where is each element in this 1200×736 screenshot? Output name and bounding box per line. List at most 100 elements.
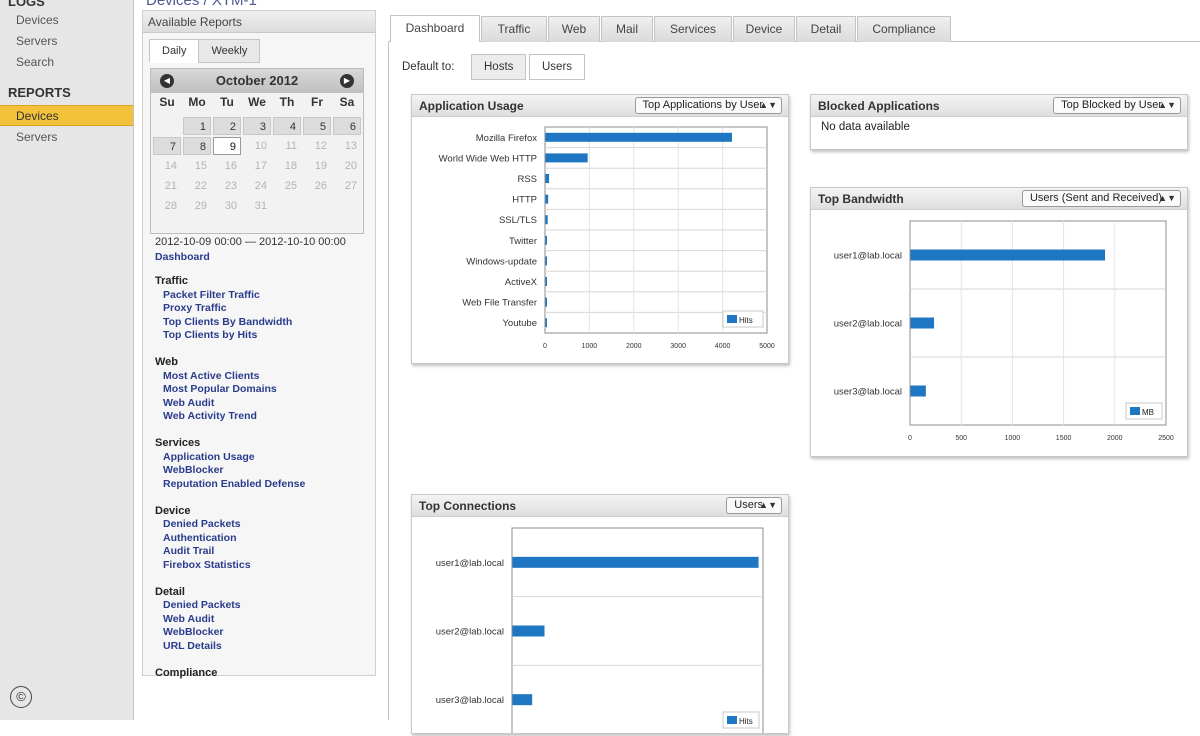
tab-traffic[interactable]: Traffic [481,16,547,43]
left-nav: LOGS Devices Servers Search REPORTS Devi… [0,0,134,720]
x-tick-label: 2500 [1158,435,1174,442]
next-month-icon[interactable]: ▶ [340,74,354,88]
legend-label: MB [1142,408,1154,417]
category-label: Twitter [509,236,537,247]
period-tabs: Daily Weekly [149,39,261,63]
calendar-day: 13 [344,140,357,152]
nav-logs-search[interactable]: Search [0,52,133,73]
category-label: user2@lab.local [436,627,504,638]
toggle-hosts[interactable]: Hosts [471,54,527,80]
reports-panel-title: Available Reports [143,11,375,33]
calendar-day: 25 [284,180,297,192]
app-usage-select[interactable]: Top Applications by User ▲▼ [634,97,782,114]
toggle-users[interactable]: Users [529,54,586,80]
report-link[interactable]: Reputation Enabled Defense [163,478,305,490]
x-tick-label: 3000 [670,343,686,350]
tab-weekly[interactable]: Weekly [198,39,261,63]
x-tick-label: 4000 [715,343,731,350]
report-link[interactable]: Application Usage [163,451,255,463]
calendar-day[interactable]: 9 [213,137,241,155]
calendar-day[interactable]: 4 [273,117,301,135]
report-link[interactable]: Audit Trail [163,545,214,557]
category-label: World Wide Web HTTP [439,153,537,164]
calendar-weekday: Tu [220,95,234,109]
calendar-day[interactable]: 8 [183,137,211,155]
report-link[interactable]: Most Active Clients [163,370,259,382]
category-label: user1@lab.local [834,251,902,262]
category-label: Youtube [502,318,537,329]
tab-device[interactable]: Device [733,16,795,43]
bandwidth-select[interactable]: Users (Sent and Received) ▲▼ [1021,190,1181,207]
calendar-day: 27 [344,180,357,192]
category-label: Mozilla Firefox [476,133,537,144]
report-link[interactable]: URL Details [163,640,222,652]
tab-compliance[interactable]: Compliance [857,16,951,43]
tab-daily[interactable]: Daily [149,39,200,63]
blocked-select[interactable]: Top Blocked by User ▲▼ [1053,97,1181,114]
report-link[interactable]: Most Popular Domains [163,383,277,395]
widget-title: Top Connections [419,499,517,513]
calendar-month: October 2012 [215,73,299,88]
tab-dashboard[interactable]: Dashboard [390,15,480,43]
report-group-heading: Services [155,437,201,449]
select-caret-icon: ▲▼ [1158,193,1176,203]
nav-logs-devices[interactable]: Devices [0,10,133,31]
calendar-day: 21 [164,180,177,192]
widget-title: Application Usage [419,99,524,113]
calendar-day[interactable]: 6 [333,117,361,135]
report-link[interactable]: WebBlocker [163,464,224,476]
calendar-day: 24 [254,180,267,192]
top-bandwidth-widget: Top Bandwidth Users (Sent and Received) ▲… [810,187,1188,457]
bar [545,174,550,183]
tab-services[interactable]: Services [654,16,732,43]
report-link[interactable]: Denied Packets [163,599,241,611]
category-label: ActiveX [505,277,538,288]
nav-reports-devices[interactable]: Devices [0,105,133,126]
report-link[interactable]: Denied Packets [163,518,241,530]
prev-month-icon[interactable]: ◀ [160,74,174,88]
calendar-day[interactable]: 3 [243,117,271,135]
report-link[interactable]: Authentication [163,532,237,544]
connections-select[interactable]: Users ▲▼ [726,497,782,514]
report-link[interactable]: WebBlocker [163,626,224,638]
application-usage-widget: Application Usage Top Applications by Us… [411,94,789,364]
category-label: RSS [517,174,537,185]
select-caret-icon: ▲▼ [759,100,777,110]
no-data-message: No data available [821,121,910,133]
calendar-day[interactable]: 7 [153,137,181,155]
report-link[interactable]: Proxy Traffic [163,302,227,314]
calendar: ◀ October 2012 ▶ Su Mo Tu We Th Fr Sa 1 2 3 4 5 6 7 8 9… [150,68,364,234]
category-label: user1@lab.local [436,558,504,569]
category-label: SSL/TLS [499,215,537,226]
calendar-day: 30 [224,200,237,212]
top-connections-widget: Top Connections Users ▲▼ user1@lab.local u… [411,494,789,735]
widget-header: Top Bandwidth Users (Sent and Received) ▲… [811,188,1187,210]
legend-swatch [1130,407,1140,415]
category-label: user3@lab.local [834,387,902,398]
x-tick-label: 5000 [759,343,775,350]
calendar-day[interactable]: 5 [303,117,331,135]
report-link[interactable]: Web Activity Trend [163,410,257,422]
report-link[interactable]: Web Audit [163,613,214,625]
tab-web[interactable]: Web [548,16,600,43]
calendar-day[interactable]: 2 [213,117,241,135]
tab-mail[interactable]: Mail [601,16,653,43]
bar [512,694,533,706]
report-link[interactable]: Firebox Statistics [163,559,251,571]
x-tick-label: 1000 [582,343,598,350]
report-link[interactable]: Top Clients by Hits [163,329,257,341]
bar [545,318,547,328]
calendar-day[interactable]: 1 [183,117,211,135]
logs-heading: LOGS [8,0,45,9]
report-link[interactable]: Top Clients By Bandwidth [163,316,292,328]
link-dashboard[interactable]: Dashboard [155,251,210,263]
widget-title: Top Bandwidth [818,192,904,206]
report-group-heading: Detail [155,585,185,598]
bar [545,297,547,307]
nav-reports-servers[interactable]: Servers [0,127,133,148]
nav-logs-servers[interactable]: Servers [0,31,133,52]
report-link[interactable]: Web Audit [163,397,214,409]
report-link[interactable]: Packet Filter Traffic [163,289,260,301]
calendar-day: 15 [194,160,207,172]
tab-detail[interactable]: Detail [796,16,856,43]
